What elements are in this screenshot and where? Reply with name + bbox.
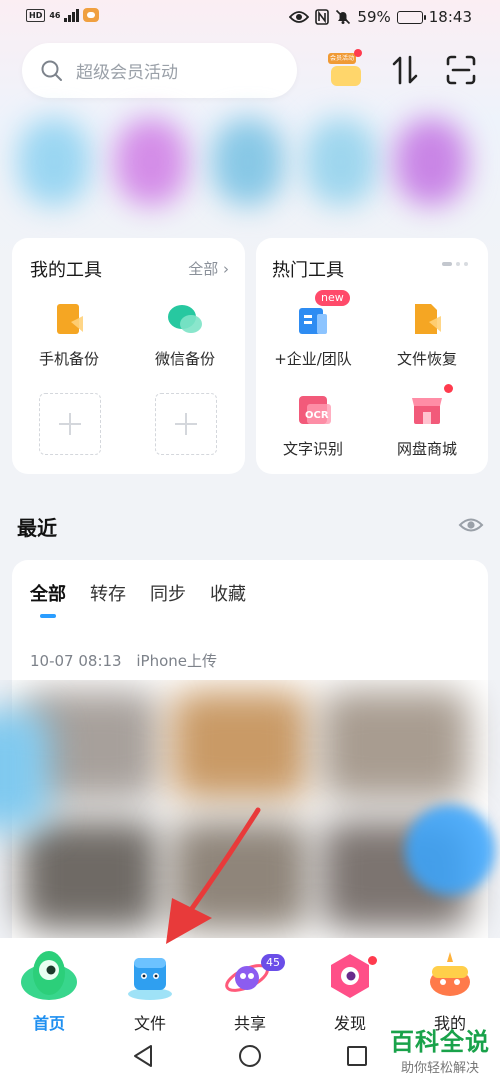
my-tools-card: 我的工具 全部 › 手机备份 微信备份 [12,238,245,474]
page-indicator [442,262,468,266]
tool-label: 微信备份 [154,350,215,368]
recent-tabs: 全部 转存 同步 收藏 [30,580,246,618]
nav-file[interactable]: 文件 [105,946,195,1034]
recent-group-header: 10-07 08:13 iPhone上传 [30,650,217,671]
notification-dot [444,384,453,393]
tab-sync[interactable]: 同步 [150,580,186,606]
add-tool-button[interactable] [155,393,217,455]
mute-icon [336,9,351,25]
tool-label: 文字识别 [282,440,343,458]
ocr-icon-text: OCR [305,410,329,421]
battery-icon [396,10,426,24]
tool-label: 文件恢复 [396,350,457,368]
message-icon [83,8,100,22]
recent-title: 最近 [17,516,57,540]
nfc-icon [315,9,330,25]
tool-file-restore[interactable]: 文件恢复 [372,300,482,369]
recent-group-source: iPhone上传 [136,652,218,670]
new-badge: new [315,290,350,306]
eye-icon[interactable] [458,514,484,536]
nav-label: 共享 [233,1014,266,1033]
notification-dot [368,956,377,965]
all-link-label: 全部 [188,260,219,278]
search-icon [41,60,62,81]
chevron-right-icon: › [223,260,229,278]
tool-label: 网盘商城 [396,440,457,458]
promo-icon[interactable]: 会员活动 [323,46,365,88]
upload-fab-button[interactable] [405,805,495,895]
watermark: 百科全说 助你轻松解决 [390,1022,490,1076]
search-bar[interactable]: 超级会员活动 [22,43,297,98]
home-icon [18,946,80,1004]
notification-dot [354,49,362,57]
battery-percent: 59% [357,8,391,26]
profile-icon [419,946,481,1004]
recent-photo-grid[interactable] [0,680,500,940]
tool-label: +企业/团队 [274,350,352,368]
recent-group-time: 10-07 08:13 [30,652,122,670]
eye-icon [289,11,310,23]
promo-badge: 会员活动 [328,53,356,64]
share-count-badge: 45 [261,954,285,971]
home-circle-icon[interactable] [238,1044,262,1068]
hot-tools-title: 热门工具 [272,260,344,281]
hot-tools-card: 热门工具 new +企业/团队 文件恢复 OCR 文字识别 网盘商城 [256,238,488,474]
nav-label: 首页 [32,1014,65,1033]
enterprise-icon: new [293,290,350,340]
phone-backup-icon [49,300,89,340]
tab-favorites[interactable]: 收藏 [210,580,246,606]
nav-label: 发现 [333,1014,366,1033]
file-icon [119,946,181,1004]
tool-store[interactable]: 网盘商城 [372,384,482,459]
nav-label: 文件 [133,1014,166,1033]
tool-wechat-backup[interactable]: 微信备份 [130,300,240,369]
tool-ocr[interactable]: OCR 文字识别 [258,390,368,459]
share-icon: 45 [219,946,285,1004]
store-icon [407,384,453,430]
my-tools-all-link[interactable]: 全部 › [188,258,229,279]
tab-all[interactable]: 全部 [30,580,66,618]
add-tool-button[interactable] [39,393,101,455]
transfer-icon[interactable] [390,54,420,86]
nav-profile[interactable]: 我的 [405,946,495,1034]
tool-label: 手机备份 [38,350,99,368]
tool-phone-backup[interactable]: 手机备份 [14,300,124,369]
search-placeholder: 超级会员活动 [76,63,178,83]
watermark-title: 百科全说 [390,1028,490,1056]
signal-icon [64,8,80,22]
watermark-subtitle: 助你轻松解决 [400,1061,479,1076]
nav-home[interactable]: 首页 [4,946,94,1034]
back-icon[interactable] [132,1044,154,1068]
wechat-backup-icon [165,300,205,340]
scan-icon[interactable] [445,54,477,86]
gift-icon [331,66,361,86]
hd-icon: HD [26,8,46,22]
network-type: 46 [49,10,61,20]
nav-share[interactable]: 45 共享 [205,946,295,1034]
clock: 18:43 [428,8,472,26]
banner-carousel[interactable] [0,110,500,215]
status-bar: HD 46 59% 18:43 [0,0,500,36]
tool-enterprise[interactable]: new +企业/团队 [258,290,368,369]
file-restore-icon [407,300,447,340]
tab-transfer[interactable]: 转存 [90,580,126,606]
nav-discover[interactable]: 发现 [305,946,395,1034]
recents-icon[interactable] [346,1045,368,1067]
my-tools-title: 我的工具 [30,260,102,281]
ocr-icon: OCR [293,390,333,430]
discover-icon [319,946,381,1004]
